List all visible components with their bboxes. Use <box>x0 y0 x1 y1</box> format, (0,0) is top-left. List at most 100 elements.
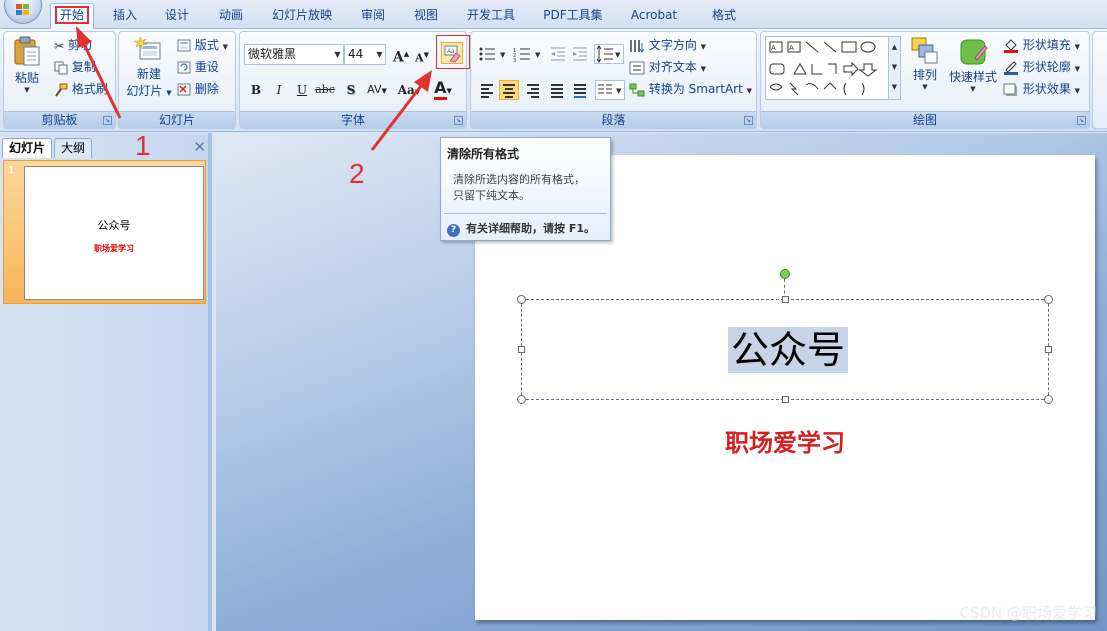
columns-button[interactable]: ▼ <box>595 80 625 100</box>
slide-title-text[interactable]: 公众号 <box>728 327 849 373</box>
new-slide-button[interactable]: 新建 幻灯片 ▼ <box>124 35 174 99</box>
align-text-button[interactable]: 对齐文本 ▼ <box>629 58 706 75</box>
slide-thumbnail[interactable]: 公众号 职场爱学习 <box>24 166 204 300</box>
layout-icon <box>177 39 191 52</box>
arrange-button[interactable]: 排列 ▼ <box>907 36 943 91</box>
paragraph-dialog-launcher-icon[interactable]: ↘ <box>744 116 753 125</box>
font-color-label: A <box>434 78 447 100</box>
convert-smartart-button[interactable]: 转换为 SmartArt ▼ <box>629 80 752 97</box>
resize-handle-top-right[interactable] <box>1044 295 1053 304</box>
resize-handle-bottom-right[interactable] <box>1044 395 1053 404</box>
new-slide-icon <box>134 36 161 60</box>
tab-outline-pane[interactable]: 大纲 <box>54 138 93 158</box>
format-painter-button[interactable]: 格式刷 <box>54 80 108 97</box>
brush-icon <box>55 83 68 97</box>
annotation-highlight-box <box>436 35 470 69</box>
tooltip-body-line1: 清除所选内容的所有格式， <box>453 173 585 186</box>
tab-slideshow[interactable]: 幻灯片放映 <box>262 5 342 25</box>
quick-styles-button[interactable]: 快速样式 ▼ <box>947 36 999 93</box>
underline-button[interactable]: U <box>292 80 312 100</box>
change-case-label: Aa <box>397 83 415 97</box>
tab-slides-pane[interactable]: 幻灯片 <box>2 138 53 158</box>
quick-styles-icon <box>960 39 988 65</box>
tab-pdf-tools[interactable]: PDF工具集 <box>533 5 613 25</box>
decrease-indent-icon <box>551 47 565 61</box>
shape-effects-button[interactable]: 形状效果 ▼ <box>1003 80 1080 97</box>
paste-button[interactable]: 粘贴 ▼ <box>8 35 46 101</box>
pane-tabs: 幻灯片 大纲 ✕ <box>0 136 212 158</box>
help-icon: ? <box>447 224 460 237</box>
text-direction-button[interactable]: 文字方向 ▼ <box>629 36 706 53</box>
delete-slide-icon <box>177 83 191 96</box>
font-name-select[interactable]: 微软雅黑 ▼ <box>244 44 344 65</box>
delete-slide-label: 删除 <box>194 82 219 96</box>
rotation-handle[interactable] <box>780 269 790 279</box>
font-size-dropdown-icon[interactable]: ▼ <box>374 45 385 64</box>
resize-handle-top[interactable] <box>782 296 789 303</box>
tab-developer[interactable]: 开发工具 <box>458 5 524 25</box>
tab-view[interactable]: 视图 <box>404 5 448 25</box>
align-left-button[interactable] <box>477 80 497 100</box>
resize-handle-bottom[interactable] <box>782 396 789 403</box>
paste-icon <box>14 36 40 66</box>
tab-design[interactable]: 设计 <box>155 5 199 25</box>
increase-indent-icon <box>573 47 587 61</box>
tab-home[interactable]: 开始 <box>50 3 94 30</box>
copy-button[interactable]: 复制 <box>54 58 96 75</box>
shadow-button[interactable]: S <box>341 80 361 100</box>
font-size-select[interactable]: 44 ▼ <box>344 44 386 65</box>
tab-format[interactable]: 格式 <box>700 5 748 25</box>
justify-button[interactable] <box>547 80 567 100</box>
reset-button[interactable]: 重设 <box>177 58 219 75</box>
tab-home-label: 开始 <box>54 6 90 24</box>
decrease-indent-button[interactable] <box>548 44 568 64</box>
font-dialog-launcher-icon[interactable]: ↘ <box>454 116 463 125</box>
paste-dropdown-icon: ▼ <box>24 86 30 94</box>
resize-handle-bottom-left[interactable] <box>517 395 526 404</box>
drawing-dialog-launcher-icon[interactable]: ↘ <box>1077 116 1086 125</box>
group-font: 微软雅黑 ▼ 44 ▼ A▲ A▼ Aa B I U abc S AV▼ Aa▼… <box>239 31 467 129</box>
shapes-scroll[interactable]: ▲ ▼ ▼ <box>888 37 900 99</box>
numbering-button[interactable]: 1 2 3 ▼ <box>512 44 546 64</box>
resize-handle-left[interactable] <box>518 346 525 353</box>
strikethrough-button[interactable]: abc <box>315 80 335 100</box>
close-icon[interactable]: ✕ <box>193 139 206 155</box>
slide-subtitle-text[interactable]: 职场爱学习 <box>475 423 1095 458</box>
bold-button[interactable]: B <box>246 80 266 100</box>
align-center-button[interactable] <box>499 80 519 100</box>
svg-text:▼: ▼ <box>535 51 541 59</box>
resize-handle-top-left[interactable] <box>517 295 526 304</box>
increase-indent-button[interactable] <box>570 44 590 64</box>
tab-review[interactable]: 审阅 <box>351 5 395 25</box>
line-spacing-icon: ▼ <box>596 45 621 63</box>
slides-group-label: 幻灯片 <box>119 111 235 128</box>
change-case-button[interactable]: Aa▼ <box>394 80 424 100</box>
tab-acrobat[interactable]: Acrobat <box>622 5 686 25</box>
italic-button[interactable]: I <box>269 80 289 100</box>
layout-button[interactable]: 版式 ▼ <box>177 36 228 53</box>
shape-outline-button[interactable]: 形状轮廓 ▼ <box>1003 58 1080 75</box>
smartart-label: 转换为 SmartArt <box>648 82 743 96</box>
character-spacing-button[interactable]: AV▼ <box>363 80 391 100</box>
align-right-button[interactable] <box>523 80 543 100</box>
tab-insert[interactable]: 插入 <box>103 5 147 25</box>
clipboard-dialog-launcher-icon[interactable]: ↘ <box>103 116 112 125</box>
format-painter-label: 格式刷 <box>71 82 108 96</box>
distributed-button[interactable] <box>570 80 590 100</box>
shapes-gallery[interactable]: A A ▲ ▼ ▼ <box>765 36 901 100</box>
copy-icon <box>54 61 68 74</box>
slide-thumbnail-selected[interactable]: 1 公众号 职场爱学习 <box>3 160 206 304</box>
line-spacing-button[interactable]: ▼ <box>594 44 624 64</box>
font-name-dropdown-icon[interactable]: ▼ <box>332 45 343 64</box>
bullets-button[interactable]: ▼ <box>477 44 511 64</box>
font-color-button[interactable]: A▼ <box>428 78 458 100</box>
office-button[interactable] <box>4 0 42 24</box>
shrink-font-button[interactable]: A▼ <box>413 45 431 65</box>
font-name-value: 微软雅黑 <box>248 47 297 61</box>
tab-animations[interactable]: 动画 <box>209 5 253 25</box>
shape-fill-button[interactable]: 形状填充 ▼ <box>1003 36 1080 53</box>
resize-handle-right[interactable] <box>1045 346 1052 353</box>
delete-slide-button[interactable]: 删除 <box>177 80 219 97</box>
cut-button[interactable]: ✂ 剪切 <box>54 36 92 53</box>
grow-font-button[interactable]: A▲ <box>392 44 410 66</box>
